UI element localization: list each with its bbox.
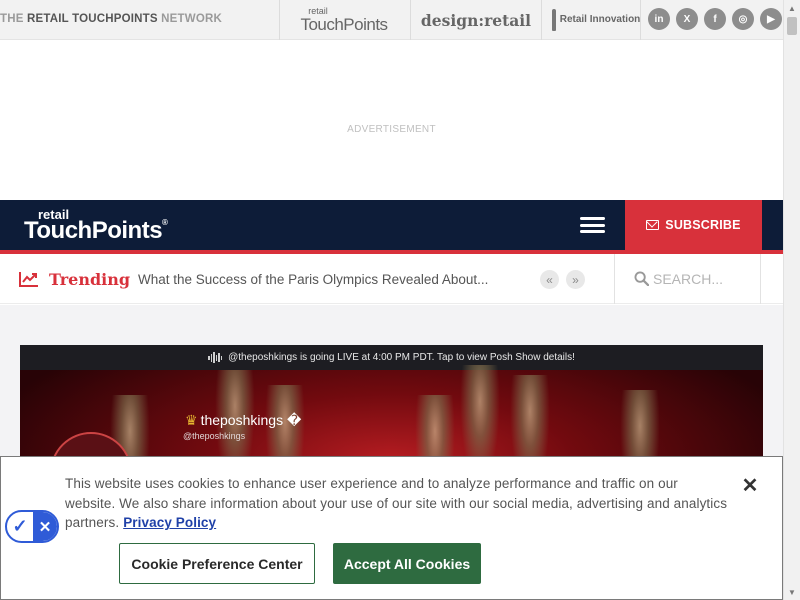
- menu-icon[interactable]: [580, 215, 605, 235]
- divider: [410, 0, 411, 40]
- lightbulb-icon: [551, 9, 556, 31]
- profile-handle: @theposhkings: [183, 431, 246, 441]
- trending-prev-button[interactable]: «: [540, 270, 559, 289]
- trending-headline[interactable]: What the Success of the Paris Olympics R…: [138, 272, 506, 287]
- x-icon[interactable]: X: [676, 8, 698, 30]
- network-logo-retail-touchpoints[interactable]: retail TouchPoints: [282, 0, 406, 40]
- accept-all-cookies-button[interactable]: Accept All Cookies: [333, 543, 481, 584]
- consent-preferences-icon[interactable]: ✓ ✕: [5, 510, 59, 543]
- check-icon: ✓: [12, 516, 28, 536]
- divider: [541, 0, 542, 40]
- facebook-icon[interactable]: f: [704, 8, 726, 30]
- trending-next-button[interactable]: »: [566, 270, 585, 289]
- divider: [279, 0, 280, 40]
- linkedin-icon[interactable]: in: [648, 8, 670, 30]
- crown-icon: ♛: [185, 412, 198, 428]
- close-icon[interactable]: ✕: [740, 476, 760, 496]
- scroll-up-icon[interactable]: ▲: [784, 0, 800, 16]
- search-input[interactable]: [653, 266, 753, 292]
- scroll-thumb[interactable]: [787, 17, 797, 35]
- divider: [614, 254, 615, 304]
- network-logo-retail-innovation[interactable]: Retail Innovation: [551, 0, 640, 40]
- trending-chart-icon: [19, 272, 38, 287]
- divider: [760, 254, 761, 304]
- cookie-message: This website uses cookies to enhance use…: [65, 476, 728, 530]
- site-logo[interactable]: retail TouchPoints®: [24, 208, 168, 243]
- network-logo-design-retail[interactable]: design:retail: [418, 0, 534, 40]
- network-bar: THE RETAIL TOUCHPOINTS NETWORK retail To…: [0, 0, 783, 40]
- page-scrollbar[interactable]: ▲ ▼: [783, 0, 800, 600]
- audio-wave-icon: [208, 352, 223, 364]
- cookie-preference-center-button[interactable]: Cookie Preference Center: [119, 543, 315, 584]
- x-mark-icon: ✕: [32, 512, 57, 541]
- envelope-icon: [646, 220, 660, 230]
- network-label: THE RETAIL TOUCHPOINTS NETWORK: [0, 13, 222, 25]
- search-icon[interactable]: [634, 271, 649, 286]
- youtube-icon[interactable]: ▶: [760, 8, 782, 30]
- profile-name[interactable]: ♛ theposhkings �: [185, 412, 301, 429]
- instagram-icon[interactable]: ◎: [732, 8, 754, 30]
- advertisement-label: ADVERTISEMENT: [347, 124, 436, 135]
- trending-label: Trending: [49, 270, 131, 289]
- divider: [640, 0, 641, 40]
- privacy-policy-link[interactable]: Privacy Policy: [123, 515, 216, 530]
- social-links: in X f ◎ ▶: [648, 8, 782, 30]
- scroll-down-icon[interactable]: ▼: [784, 584, 800, 600]
- subscribe-button[interactable]: SUBSCRIBE: [625, 200, 762, 250]
- live-banner[interactable]: @theposhkings is going LIVE at 4:00 PM P…: [20, 345, 763, 370]
